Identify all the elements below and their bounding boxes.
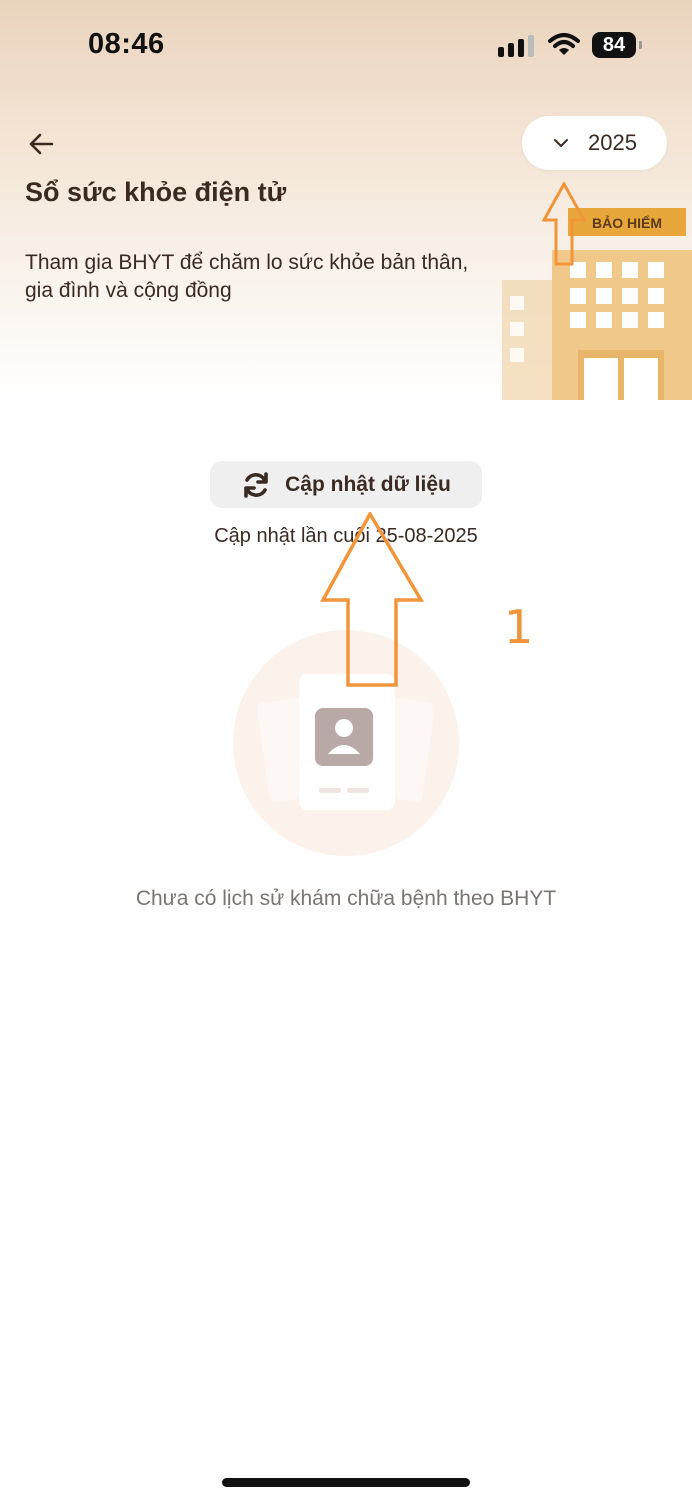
- page-description: Tham gia BHYT để chăm lo sức khỏe bản th…: [25, 251, 469, 302]
- status-time: 08:46: [88, 28, 165, 60]
- home-indicator: [222, 1478, 470, 1487]
- building-sign-text: BẢO HIỂM: [592, 214, 662, 231]
- update-data-button[interactable]: Cập nhật dữ liệu: [210, 461, 482, 508]
- insurance-building-illustration: BẢO HIỂM: [502, 208, 692, 400]
- battery-icon: 84: [592, 32, 642, 58]
- update-data-label: Cập nhật dữ liệu: [285, 472, 451, 496]
- annotation-arrow-up-icon: [542, 182, 586, 266]
- annotation-arrow-up-icon: [320, 512, 424, 687]
- refresh-icon: [244, 471, 268, 498]
- chevron-down-icon: [554, 139, 569, 147]
- back-arrow-icon: [29, 133, 54, 155]
- status-icons: 84: [498, 32, 642, 58]
- year-select-value: 2025: [588, 130, 637, 155]
- year-select[interactable]: 2025: [522, 116, 667, 170]
- wifi-icon: [548, 33, 580, 55]
- page-title: Sổ sức khỏe điện tử: [25, 177, 287, 207]
- back-button[interactable]: [22, 126, 62, 162]
- status-bar: 08:46 84: [0, 0, 692, 90]
- signal-icon: [498, 35, 534, 57]
- empty-state-message: Chưa có lịch sử khám chữa bệnh theo BHYT: [135, 887, 557, 910]
- battery-level: 84: [602, 33, 626, 56]
- annotation-step-number: 1: [504, 600, 534, 654]
